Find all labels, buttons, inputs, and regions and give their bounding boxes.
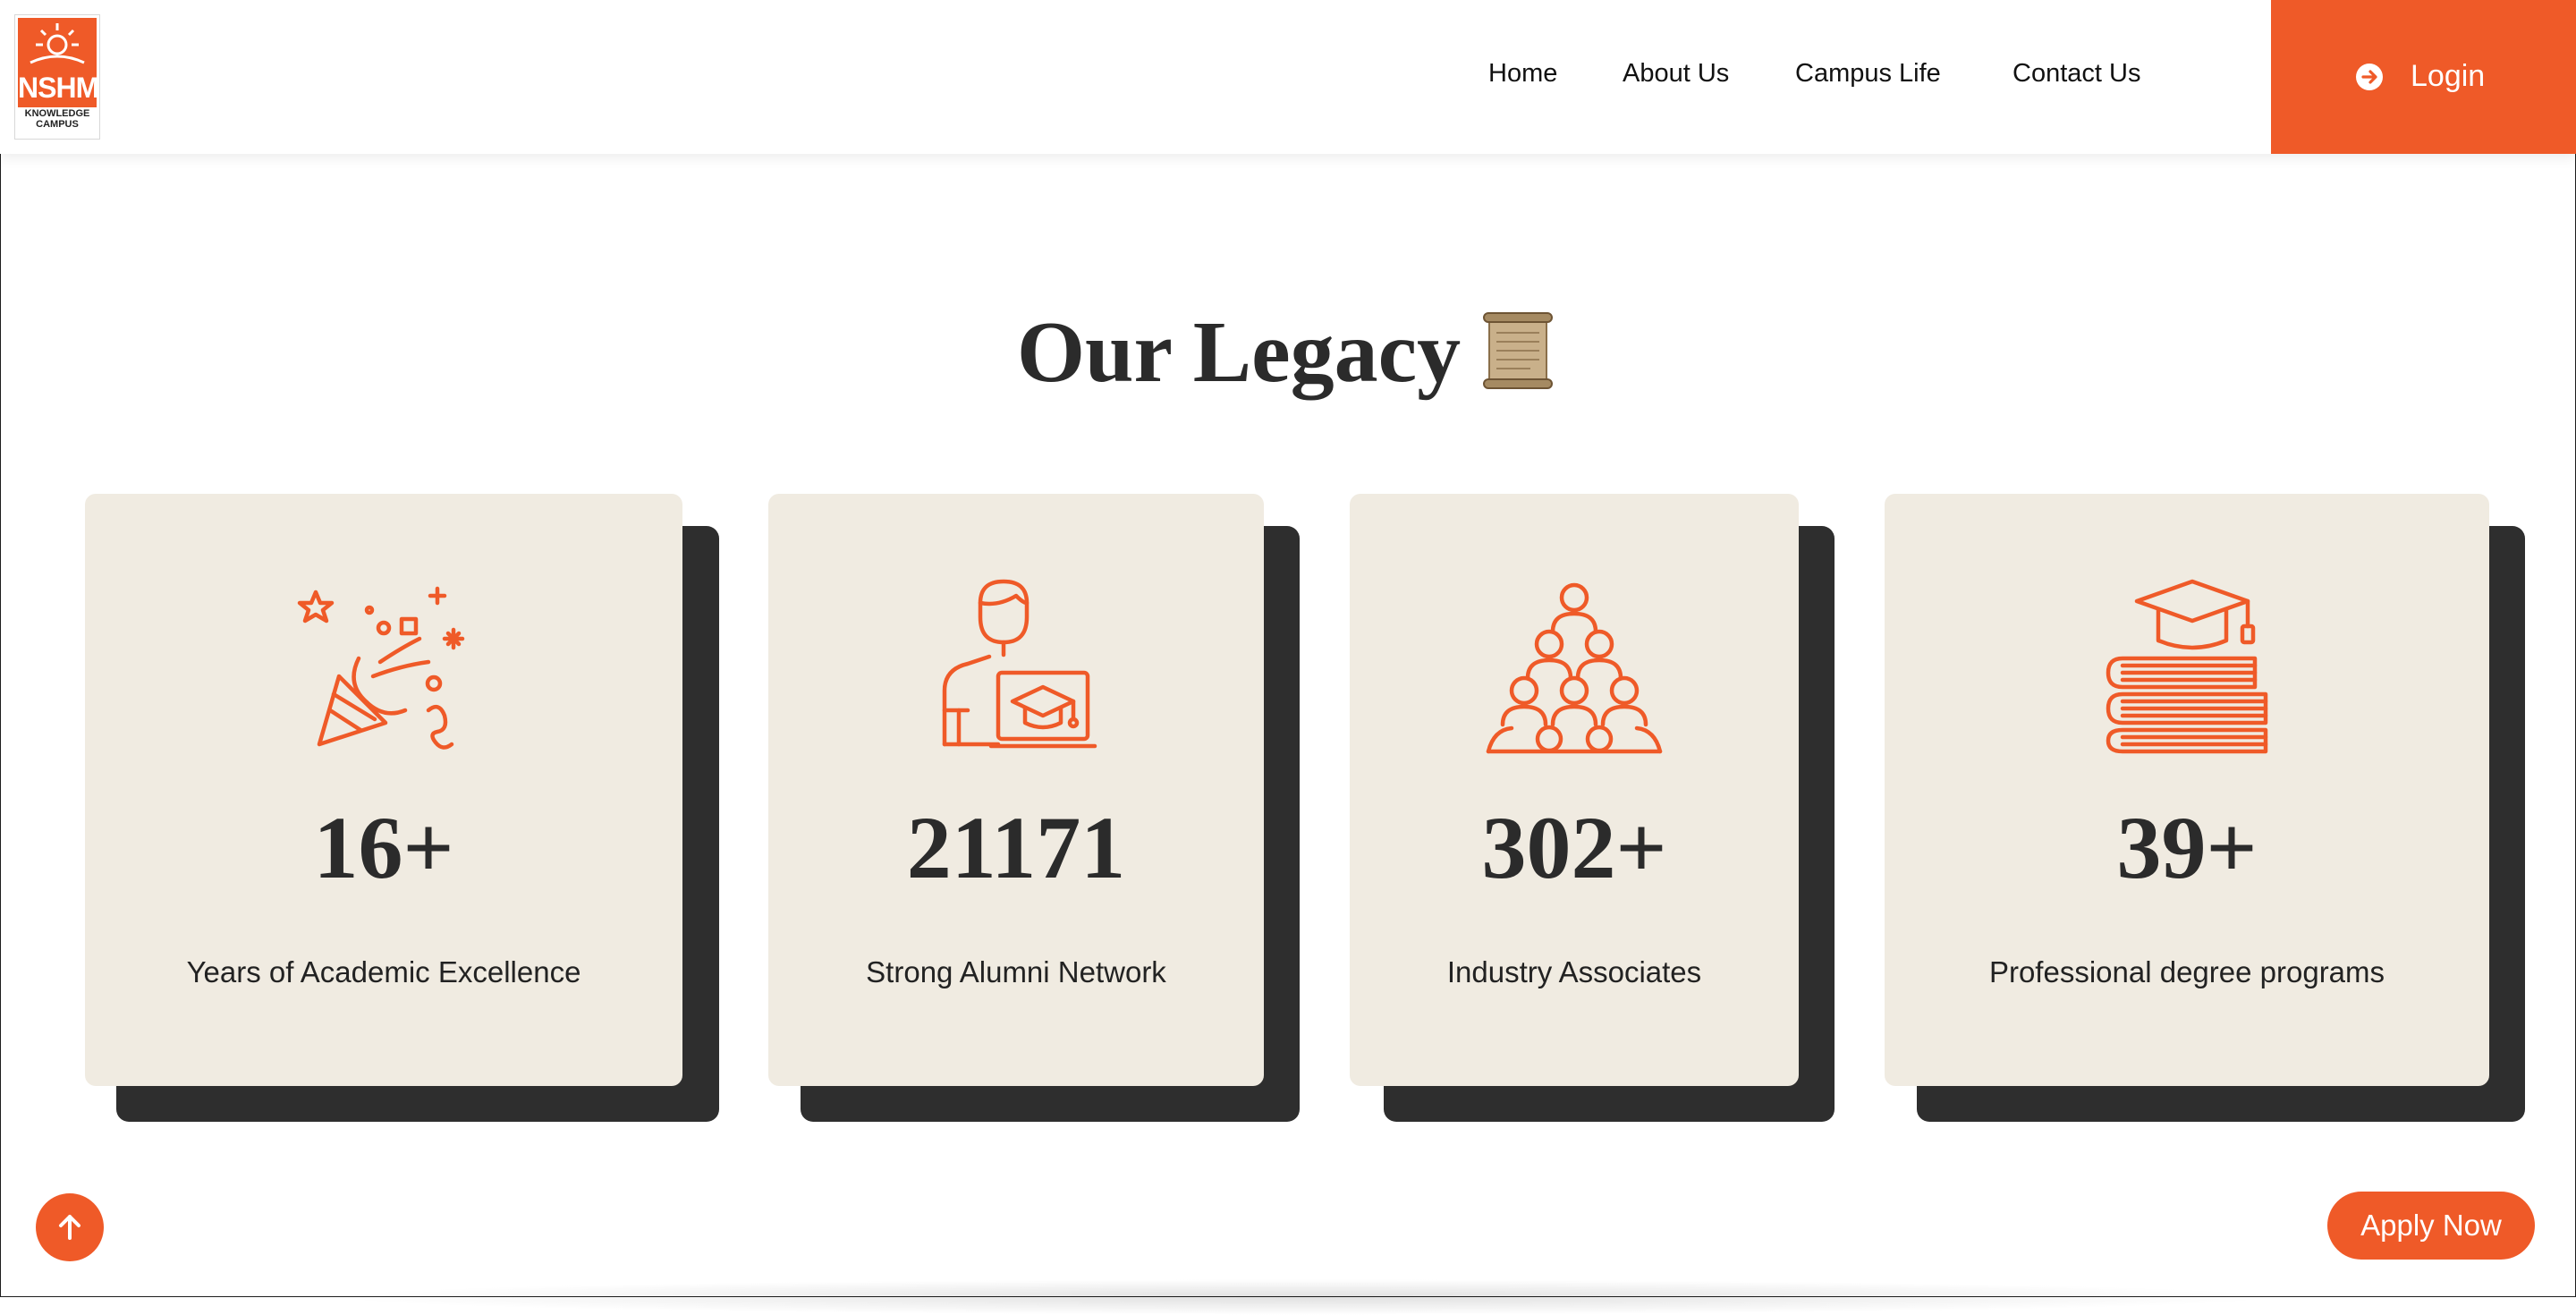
stat-value: 302+ <box>1481 798 1667 897</box>
logo-emblem: NSHM <box>18 18 99 107</box>
stat-label: Years of Academic Excellence <box>186 955 581 988</box>
logo-name: NSHM <box>18 72 99 104</box>
site-logo[interactable]: NSHM KNOWLEDGE CAMPUS <box>14 14 100 140</box>
logo-subtitle: KNOWLEDGE CAMPUS <box>24 108 90 130</box>
stat-value: 16+ <box>313 798 454 897</box>
stat-value: 21171 <box>906 798 1126 897</box>
nav-campus-life[interactable]: Campus Life <box>1795 59 1941 89</box>
stat-card-years: 16+ Years of Academic Excellence <box>85 494 682 1086</box>
stat-label: Strong Alumni Network <box>866 955 1166 988</box>
books-graduation-cap-icon <box>2106 579 2268 754</box>
site-header: NSHM KNOWLEDGE CAMPUS Home About Us Camp… <box>0 0 2576 154</box>
stat-card-alumni: 21171 Strong Alumni Network <box>768 494 1264 1086</box>
login-button[interactable]: Login <box>2271 0 2576 154</box>
people-pyramid-icon <box>1486 582 1663 754</box>
nav-about-us[interactable]: About Us <box>1623 59 1729 89</box>
stat-label: Professional degree programs <box>1988 955 2385 988</box>
stat-card-industry: 302+ Industry Associates <box>1350 494 1799 1086</box>
scroll-icon <box>1477 310 1559 392</box>
arrow-up-icon <box>59 1215 80 1240</box>
stat-card-programs: 39+ Professional degree programs <box>1885 494 2489 1086</box>
nav-home[interactable]: Home <box>1488 59 1557 89</box>
stat-label: Industry Associates <box>1446 955 1702 988</box>
login-label: Login <box>2411 59 2486 93</box>
party-popper-icon <box>297 586 465 750</box>
footer-shadow <box>322 1279 2290 1315</box>
section-title: Our Legacy <box>0 302 2576 403</box>
nav-contact-us[interactable]: Contact Us <box>2012 59 2140 89</box>
back-to-top-button[interactable] <box>36 1193 104 1261</box>
arrow-right-circle-icon <box>2356 64 2383 90</box>
stat-value: 39+ <box>2116 798 2258 897</box>
graduate-laptop-icon <box>942 579 1097 749</box>
apply-now-button[interactable]: Apply Now <box>2327 1192 2535 1260</box>
section-title-text: Our Legacy <box>1016 304 1462 401</box>
